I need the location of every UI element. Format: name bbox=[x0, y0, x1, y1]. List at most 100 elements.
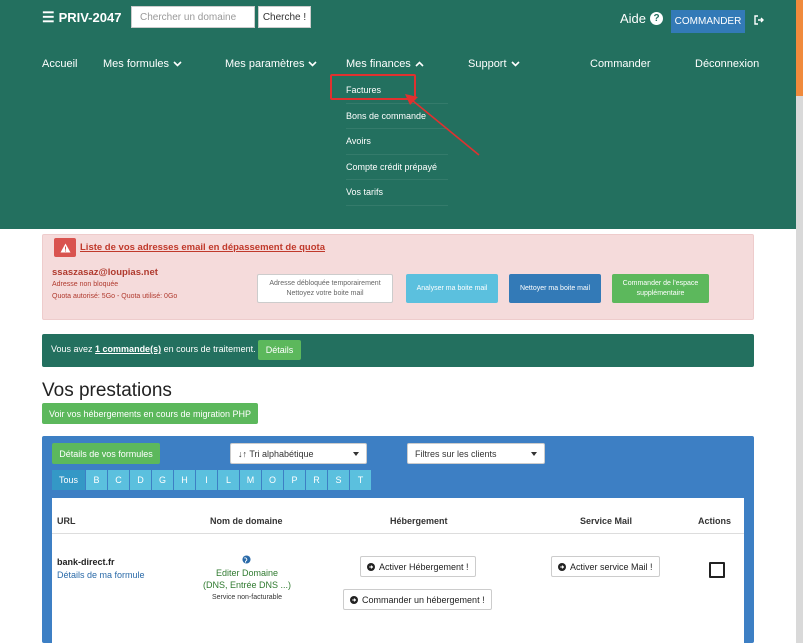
letter-filter-tous[interactable]: Tous bbox=[52, 470, 86, 490]
nav-accueil[interactable]: Accueil bbox=[42, 58, 77, 70]
unlock-line-1: Adresse débloquée temporairement bbox=[269, 279, 381, 287]
order-space-button[interactable]: Commander de l'espace supplémentaire bbox=[612, 274, 709, 303]
nav-support-label: Support bbox=[468, 58, 507, 70]
nav-mes-finances[interactable]: Mes finances bbox=[346, 58, 424, 70]
quota-email: ssaszasaz@loupias.net bbox=[52, 267, 158, 278]
letter-filter-o[interactable]: O bbox=[262, 470, 284, 490]
warning-icon bbox=[54, 238, 76, 257]
menu-icon[interactable]: ☰ bbox=[42, 9, 55, 26]
php-migration-button[interactable]: Voir vos hébergements en cours de migrat… bbox=[42, 403, 258, 424]
letter-filter-p[interactable]: P bbox=[284, 470, 306, 490]
order-space-line-2: supplémentaire bbox=[636, 289, 685, 297]
letter-filter-i[interactable]: I bbox=[196, 470, 218, 490]
client-filter-label: Filtres sur les clients bbox=[415, 448, 497, 459]
letter-filter-c[interactable]: C bbox=[108, 470, 130, 490]
dns-entries-link[interactable]: (DNS, Entrée DNS ...) bbox=[172, 580, 322, 590]
help-label: Aide bbox=[620, 11, 647, 26]
analyze-mailbox-button[interactable]: Analyser ma boite mail bbox=[406, 274, 498, 303]
column-header-domain: Nom de domaine bbox=[210, 516, 283, 526]
services-panel: Détails de vos formules ↓↑ Tri alphabéti… bbox=[42, 436, 754, 643]
sort-select-value: ↓↑ Tri alphabétique bbox=[238, 449, 314, 459]
unlock-mailbox-button[interactable]: Adresse débloquée temporairement Nettoyez… bbox=[257, 274, 393, 303]
orders-details-button[interactable]: Détails bbox=[258, 340, 301, 360]
column-header-url: URL bbox=[57, 516, 76, 526]
order-hosting-label: Commander un hébergement ! bbox=[362, 594, 485, 605]
arrow-circle-right-icon bbox=[558, 562, 566, 571]
unlock-line-2: Nettoyez votre boite mail bbox=[286, 289, 364, 297]
page: ☰ PRIV-2047 Cherche ! Aide ? COMMANDER A… bbox=[0, 0, 803, 643]
arrow-circle-right-icon bbox=[350, 595, 358, 604]
edit-domain-link[interactable]: Editer Domaine bbox=[172, 568, 322, 578]
activate-mail-button[interactable]: Activer service Mail ! bbox=[551, 556, 660, 577]
clean-mailbox-button[interactable]: Nettoyer ma boite mail bbox=[509, 274, 601, 303]
nav-mes-parametres-label: Mes paramètres bbox=[225, 58, 305, 70]
orders-text: Vous avez 1 commande(s) en cours de trai… bbox=[51, 344, 256, 354]
sort-icon: ↓↑ bbox=[238, 448, 250, 459]
orders-prefix: Vous avez bbox=[51, 344, 93, 354]
activate-mail-label: Activer service Mail ! bbox=[570, 561, 653, 572]
caret-down-icon bbox=[531, 451, 537, 456]
top-header: ☰ PRIV-2047 Cherche ! Aide ? COMMANDER A… bbox=[0, 0, 796, 229]
nav-mes-formules[interactable]: Mes formules bbox=[103, 58, 182, 70]
sort-select-label: Tri alphabétique bbox=[249, 448, 314, 459]
letter-filter-d[interactable]: D bbox=[130, 470, 152, 490]
quota-usage: Quota autorisé: 5Go - Quota utilisé: 0Go bbox=[52, 293, 178, 300]
annotation-arrow-icon bbox=[405, 94, 480, 156]
chevron-down-icon bbox=[308, 61, 318, 67]
column-header-mail: Service Mail bbox=[580, 516, 633, 526]
page-title: Vos prestations bbox=[42, 380, 172, 401]
letter-filter-g[interactable]: G bbox=[152, 470, 174, 490]
nav-deconnexion-label: Déconnexion bbox=[695, 58, 760, 70]
column-header-hosting: Hébergement bbox=[390, 516, 448, 526]
question-icon: ? bbox=[650, 12, 664, 25]
nav-commander[interactable]: Commander bbox=[590, 58, 651, 70]
alphabet-filter: Tous B C D G H I L M O P R S T bbox=[52, 470, 372, 490]
letter-filter-t[interactable]: T bbox=[350, 470, 372, 490]
header-divider bbox=[52, 533, 744, 534]
order-space-line-1: Commander de l'espace bbox=[622, 279, 699, 287]
globe-icon bbox=[242, 555, 251, 564]
quota-alert-title-link[interactable]: Liste de vos adresses email en dépasseme… bbox=[80, 242, 325, 253]
caret-down-icon bbox=[353, 451, 359, 456]
letter-filter-s[interactable]: S bbox=[328, 470, 350, 490]
letter-filter-m[interactable]: M bbox=[240, 470, 262, 490]
sort-select[interactable]: ↓↑ Tri alphabétique bbox=[230, 443, 367, 464]
scrollbar-track[interactable] bbox=[796, 96, 803, 643]
nav-support[interactable]: Support bbox=[468, 58, 520, 70]
services-table: URL Nom de domaine Hébergement Service M… bbox=[52, 498, 744, 643]
nav-mes-formules-label: Mes formules bbox=[103, 58, 170, 70]
activate-hosting-label: Activer Hébergement ! bbox=[379, 561, 469, 572]
client-filter-select[interactable]: Filtres sur les clients bbox=[407, 443, 545, 464]
activate-hosting-button[interactable]: Activer Hébergement ! bbox=[360, 556, 476, 577]
letter-filter-l[interactable]: L bbox=[218, 470, 240, 490]
unlock-mailbox-label: Adresse débloquée temporairement Nettoyez… bbox=[269, 279, 380, 299]
orders-count-link[interactable]: 1 commande(s) bbox=[95, 344, 161, 354]
chevron-down-icon bbox=[510, 61, 520, 67]
search-button[interactable]: Cherche ! bbox=[258, 6, 311, 28]
logout-icon[interactable] bbox=[753, 14, 765, 26]
row-select-checkbox[interactable] bbox=[709, 562, 725, 578]
order-hosting-button[interactable]: Commander un hébergement ! bbox=[343, 589, 492, 610]
chevron-up-icon bbox=[415, 61, 424, 67]
quota-alert: Liste de vos adresses email en dépasseme… bbox=[42, 234, 754, 320]
letter-filter-r[interactable]: R bbox=[306, 470, 328, 490]
billing-status: Service non-facturable bbox=[211, 594, 283, 601]
chevron-down-icon bbox=[173, 61, 182, 67]
menu-item-vos-tarifs[interactable]: Vos tarifs bbox=[346, 180, 448, 206]
commander-button[interactable]: COMMANDER bbox=[671, 10, 745, 33]
letter-filter-h[interactable]: H bbox=[174, 470, 196, 490]
order-space-label: Commander de l'espace supplémentaire bbox=[623, 279, 699, 299]
nav-accueil-label: Accueil bbox=[42, 58, 78, 70]
formulas-details-button[interactable]: Détails de vos formules bbox=[52, 443, 160, 464]
domain-search-input[interactable] bbox=[131, 6, 255, 28]
brand[interactable]: ☰ PRIV-2047 bbox=[42, 9, 121, 26]
formula-details-link[interactable]: Détails de ma formule bbox=[57, 570, 145, 580]
nav-mes-finances-label: Mes finances bbox=[346, 58, 411, 70]
letter-filter-b[interactable]: B bbox=[86, 470, 108, 490]
nav-mes-parametres[interactable]: Mes paramètres bbox=[225, 58, 318, 70]
nav-commander-label: Commander bbox=[590, 58, 651, 70]
nav-deconnexion[interactable]: Déconnexion bbox=[695, 58, 759, 70]
help-link[interactable]: Aide ? bbox=[620, 11, 664, 26]
arrow-circle-right-icon bbox=[367, 562, 375, 571]
brand-label: PRIV-2047 bbox=[58, 10, 122, 25]
